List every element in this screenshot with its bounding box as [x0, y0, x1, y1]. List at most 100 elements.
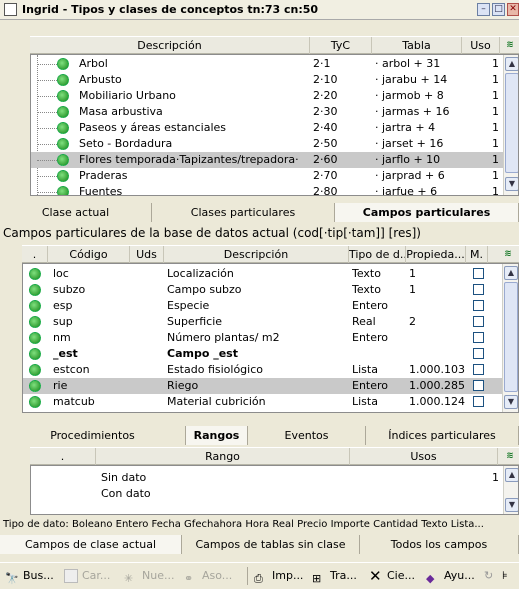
minimize-button[interactable]: –	[477, 3, 490, 16]
rangos-options-icon[interactable]: ≋	[504, 450, 516, 462]
table-row[interactable]: matcub Material cubrición Lista 1.000.124	[23, 394, 502, 410]
refresh-icon: ↻	[484, 569, 494, 582]
field-m-checkbox[interactable]	[473, 268, 484, 279]
table-options-icon[interactable]: ≋	[504, 39, 516, 51]
field-m-checkbox[interactable]	[473, 284, 484, 295]
cargar-button[interactable]: Car...	[62, 566, 110, 586]
col-header-tipo[interactable]: Tipo de d...	[349, 246, 406, 263]
campos-options-icon[interactable]: ≋	[502, 248, 514, 260]
close-window-button[interactable]: ✕	[507, 3, 519, 16]
bottom-tabs: Campos de clase actual Campos de tablas …	[0, 535, 519, 554]
tab-campos-clase-actual[interactable]: Campos de clase actual	[0, 535, 182, 554]
field-m-checkbox[interactable]	[473, 316, 484, 327]
table-row[interactable]: Seto - Bordadura 2·50 · jarset + 16 1	[31, 136, 503, 152]
concept-leaf-icon	[57, 122, 69, 134]
scroll-thumb[interactable]	[505, 73, 518, 173]
concept-tabla: · jartra + 4	[375, 121, 436, 134]
col-header-tabla[interactable]: Tabla	[372, 37, 462, 54]
bottom-toolbar: 🔭 Bus... Car... ✳ Nue... ⚭ Aso... ⎙ Imp... ⊞…	[0, 562, 519, 588]
field-m-checkbox[interactable]	[473, 380, 484, 391]
tab-campos-tablas-sin-clase[interactable]: Campos de tablas sin clase	[182, 535, 360, 554]
table-row[interactable]: subzo Campo subzo Texto 1	[23, 282, 502, 298]
table-row[interactable]: Arbol 2·1 · arbol + 31 1	[31, 56, 503, 72]
table-row[interactable]: esp Especie Entero	[23, 298, 502, 314]
field-code: matcub	[53, 395, 95, 408]
scroll-down-arrow-icon[interactable]: ▼	[505, 177, 518, 191]
field-m-checkbox[interactable]	[473, 364, 484, 375]
top-list-scrollbar[interactable]: ▲ ▼	[503, 55, 518, 195]
scroll-up-arrow-icon[interactable]: ▲	[505, 468, 518, 482]
concept-tabla: · jarprad + 6	[375, 169, 445, 182]
table-row[interactable]: Masa arbustiva 2·30 · jarmas + 16 1	[31, 104, 503, 120]
list-item[interactable]: Sin dato 1	[31, 470, 503, 486]
col-header-dot[interactable]: .	[30, 448, 96, 465]
asociar-button[interactable]: ⚭ Aso...	[182, 566, 232, 586]
table-row[interactable]: Flores temporada·Tapizantes/trepadora· 2·…	[31, 152, 503, 168]
col-header-usos[interactable]: Usos	[350, 448, 498, 465]
field-leaf-icon	[29, 316, 41, 328]
table-row[interactable]: sup Superficie Real 2	[23, 314, 502, 330]
list-item[interactable]: Con dato	[31, 486, 503, 502]
tab-rangos[interactable]: Rangos	[186, 426, 248, 445]
table-row[interactable]: Arbusto 2·10 · jarabu + 14 1	[31, 72, 503, 88]
table-row[interactable]: Paseos y áreas estanciales 2·40 · jartra +…	[31, 120, 503, 136]
table-row[interactable]: estcon Estado fisiológico Lista 1.000.103	[23, 362, 502, 378]
table-row[interactable]: Praderas 2·70 · jarprad + 6 1	[31, 168, 503, 184]
col-header-descripcion[interactable]: Descripción	[30, 37, 310, 54]
tab-procedimientos[interactable]: Procedimientos	[0, 426, 186, 445]
tab-todos-campos[interactable]: Todos los campos	[360, 535, 519, 554]
field-property: 1	[409, 267, 416, 280]
field-type: Lista	[352, 363, 378, 376]
cerrar-button[interactable]: ✕ Cie...	[367, 566, 415, 586]
field-m-checkbox[interactable]	[473, 332, 484, 343]
col-header-rango[interactable]: Rango	[96, 448, 350, 465]
ayuda-button[interactable]: ◆ Ayu...	[424, 566, 475, 586]
concept-tabla: · jarabu + 14	[375, 73, 448, 86]
table-row[interactable]: rie Riego Entero 1.000.285	[23, 378, 502, 394]
maximize-button[interactable]: □	[492, 3, 505, 16]
field-m-checkbox[interactable]	[473, 396, 484, 407]
field-code: sup	[53, 315, 73, 328]
col-header-m[interactable]: M.	[466, 246, 488, 263]
table-row[interactable]: _est Campo _est	[23, 346, 502, 362]
tab-clase-actual[interactable]: Clase actual	[0, 203, 152, 222]
scroll-up-arrow-icon[interactable]: ▲	[505, 57, 518, 71]
table-row[interactable]: Mobiliario Urbano 2·20 · jarmob + 8 1	[31, 88, 503, 104]
buscar-button[interactable]: 🔭 Bus...	[3, 566, 54, 586]
col-header-uso[interactable]: Uso	[462, 37, 500, 54]
concept-leaf-icon	[57, 186, 69, 195]
transferir-button[interactable]: ⊞ Tra...	[310, 566, 357, 586]
field-type	[352, 346, 407, 362]
table-row[interactable]: nm Número plantas/ m2 Entero	[23, 330, 502, 346]
tab-eventos[interactable]: Eventos	[248, 426, 366, 445]
campos-table-header: . Código Uds Descripción Tipo de d... Pr…	[22, 245, 519, 263]
concept-leaf-icon	[57, 138, 69, 150]
col-header-dot[interactable]: .	[22, 246, 48, 263]
tab-indices-particulares[interactable]: Índices particulares	[366, 426, 519, 445]
col-header-codigo[interactable]: Código	[48, 246, 130, 263]
scroll-down-arrow-icon[interactable]: ▼	[505, 498, 518, 512]
rangos-scrollbar[interactable]: ▲ ▼	[503, 466, 518, 514]
campos-scrollbar[interactable]: ▲ ▼	[502, 264, 518, 412]
field-property	[409, 330, 467, 346]
scroll-thumb[interactable]	[504, 282, 518, 392]
tab-clases-particulares[interactable]: Clases particulares	[152, 203, 335, 222]
field-type: Texto	[352, 267, 381, 280]
tab-campos-particulares[interactable]: Campos particulares	[335, 203, 519, 222]
config-icon: ⊧	[502, 569, 508, 582]
refresh-button[interactable]: ↻	[484, 566, 498, 586]
table-row[interactable]: Fuentes 2·80 · jarfue + 6 1	[31, 184, 503, 195]
col-header-uds[interactable]: Uds	[130, 246, 164, 263]
scroll-down-arrow-icon[interactable]: ▼	[504, 395, 518, 409]
config-button[interactable]: ⊧	[502, 566, 516, 586]
campos-list: loc Localización Texto 1 subzo Campo subzo Tex…	[22, 263, 519, 413]
imprimir-button[interactable]: ⎙ Imp...	[252, 566, 303, 586]
field-m-checkbox[interactable]	[473, 300, 484, 311]
nuevo-button[interactable]: ✳ Nue...	[122, 566, 174, 586]
col-header-propiedad[interactable]: Propieda...	[406, 246, 466, 263]
col-header-tyc[interactable]: TyC	[310, 37, 372, 54]
col-header-descripcion-campo[interactable]: Descripción	[164, 246, 349, 263]
table-row[interactable]: loc Localización Texto 1	[23, 266, 502, 282]
scroll-up-arrow-icon[interactable]: ▲	[504, 266, 518, 280]
field-m-checkbox[interactable]	[473, 348, 484, 359]
